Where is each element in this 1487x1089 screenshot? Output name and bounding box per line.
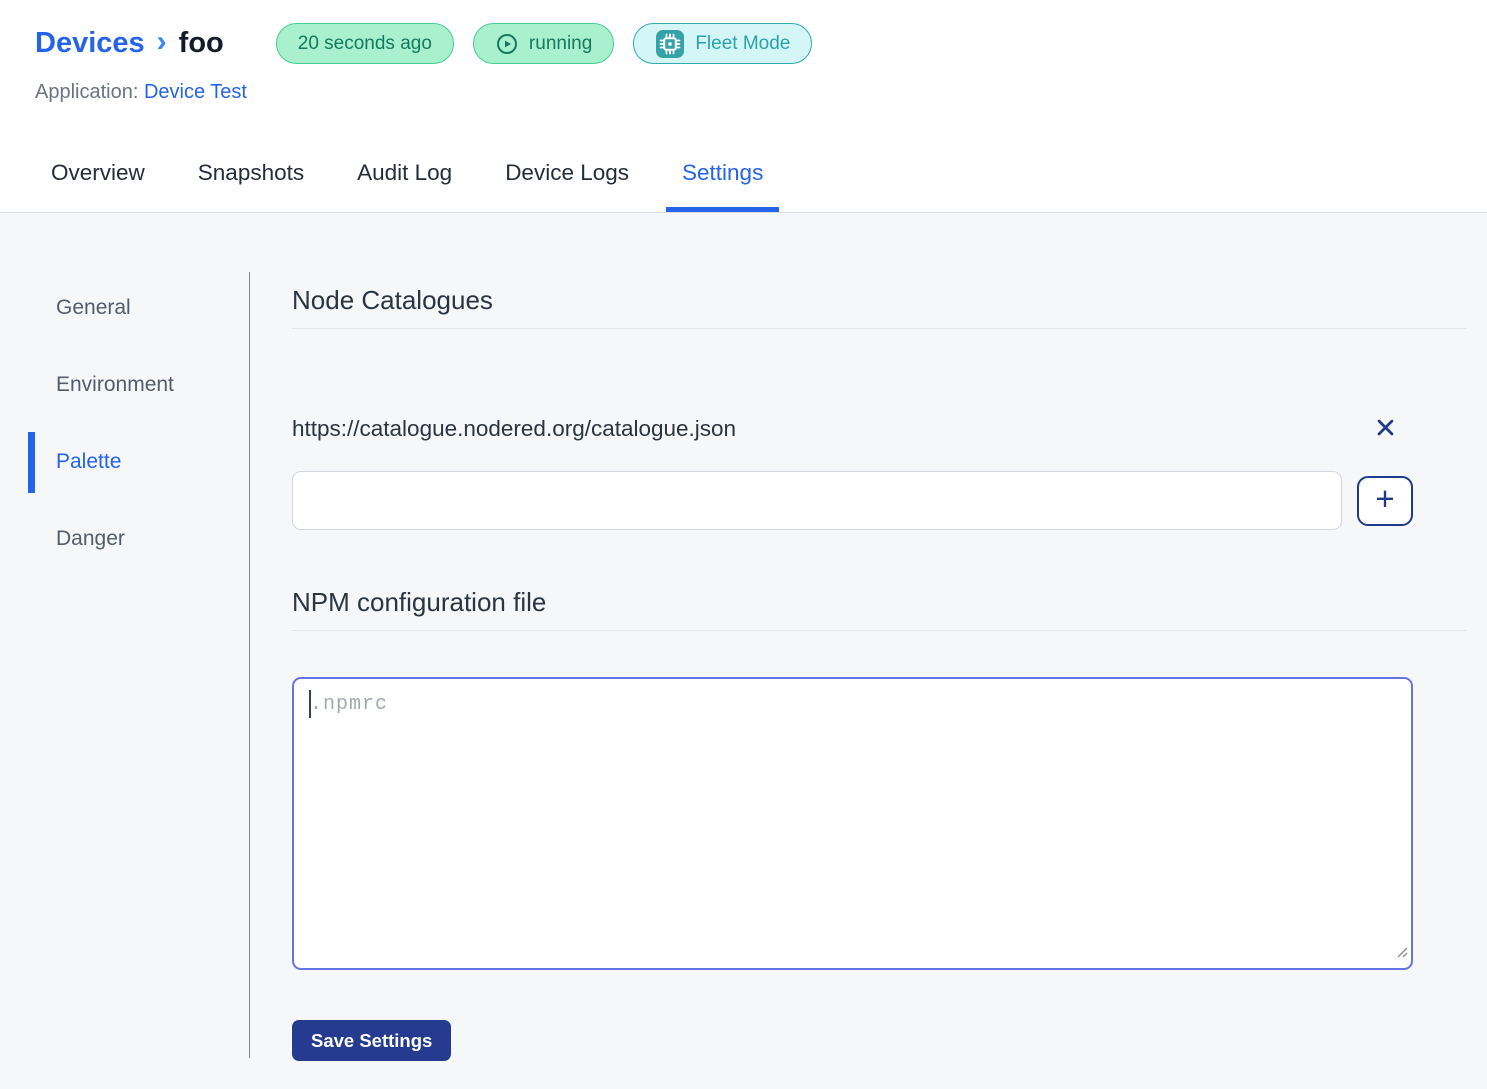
- section-divider: [292, 328, 1467, 329]
- chip-icon: [655, 29, 685, 59]
- sidebar-item-environment[interactable]: Environment: [56, 368, 250, 402]
- npm-config-field-wrap: [292, 677, 1413, 970]
- application-link[interactable]: Device Test: [144, 81, 247, 103]
- breadcrumb: Devices › foo 20 seconds ago running: [0, 0, 1487, 64]
- add-catalogue-row: +: [292, 471, 1413, 530]
- plus-icon: +: [1375, 482, 1394, 515]
- npm-config-textarea[interactable]: [292, 677, 1413, 970]
- resize-handle-icon[interactable]: [1394, 944, 1409, 964]
- catalogue-url-text: https://catalogue.nodered.org/catalogue.…: [292, 416, 1357, 442]
- application-row: Application: Device Test: [35, 81, 1487, 104]
- device-tabs: Overview Snapshots Audit Log Device Logs…: [35, 160, 779, 212]
- sidebar-item-general[interactable]: General: [56, 291, 250, 325]
- new-catalogue-input[interactable]: [292, 471, 1342, 530]
- add-catalogue-button[interactable]: +: [1357, 476, 1413, 526]
- breadcrumb-device-name: foo: [179, 27, 224, 60]
- close-icon: [1372, 414, 1399, 444]
- status-badges: 20 seconds ago running: [276, 23, 813, 64]
- play-circle-icon: [495, 32, 519, 56]
- running-status-badge: running: [473, 23, 614, 64]
- chevron-right-icon: ›: [157, 25, 167, 59]
- tab-device-logs[interactable]: Device Logs: [489, 160, 645, 212]
- settings-sidebar: General Environment Palette Danger: [0, 213, 250, 1089]
- application-label: Application:: [35, 81, 138, 103]
- tab-snapshots[interactable]: Snapshots: [182, 160, 320, 212]
- page-header: Devices › foo 20 seconds ago running: [0, 0, 1487, 213]
- last-seen-badge: 20 seconds ago: [276, 23, 454, 64]
- save-settings-button[interactable]: Save Settings: [292, 1020, 451, 1061]
- npm-config-title: NPM configuration file: [292, 587, 1467, 618]
- breadcrumb-devices-link[interactable]: Devices: [35, 27, 145, 60]
- running-status-label: running: [529, 33, 592, 55]
- catalogue-entry-row: https://catalogue.nodered.org/catalogue.…: [292, 414, 1413, 444]
- sidebar-item-danger[interactable]: Danger: [56, 522, 250, 556]
- tab-settings[interactable]: Settings: [666, 160, 779, 212]
- sidebar-item-palette[interactable]: Palette: [56, 445, 250, 479]
- remove-catalogue-button[interactable]: [1357, 414, 1413, 444]
- tab-audit-log[interactable]: Audit Log: [341, 160, 468, 212]
- node-catalogues-title: Node Catalogues: [292, 285, 1467, 316]
- last-seen-badge-label: 20 seconds ago: [298, 33, 432, 55]
- section-divider: [292, 630, 1467, 631]
- fleet-mode-badge: Fleet Mode: [633, 23, 812, 64]
- palette-settings-panel: Node Catalogues https://catalogue.nodere…: [250, 213, 1487, 1089]
- settings-content: General Environment Palette Danger Node …: [0, 213, 1487, 1089]
- fleet-mode-label: Fleet Mode: [695, 33, 790, 55]
- tab-overview[interactable]: Overview: [35, 160, 161, 212]
